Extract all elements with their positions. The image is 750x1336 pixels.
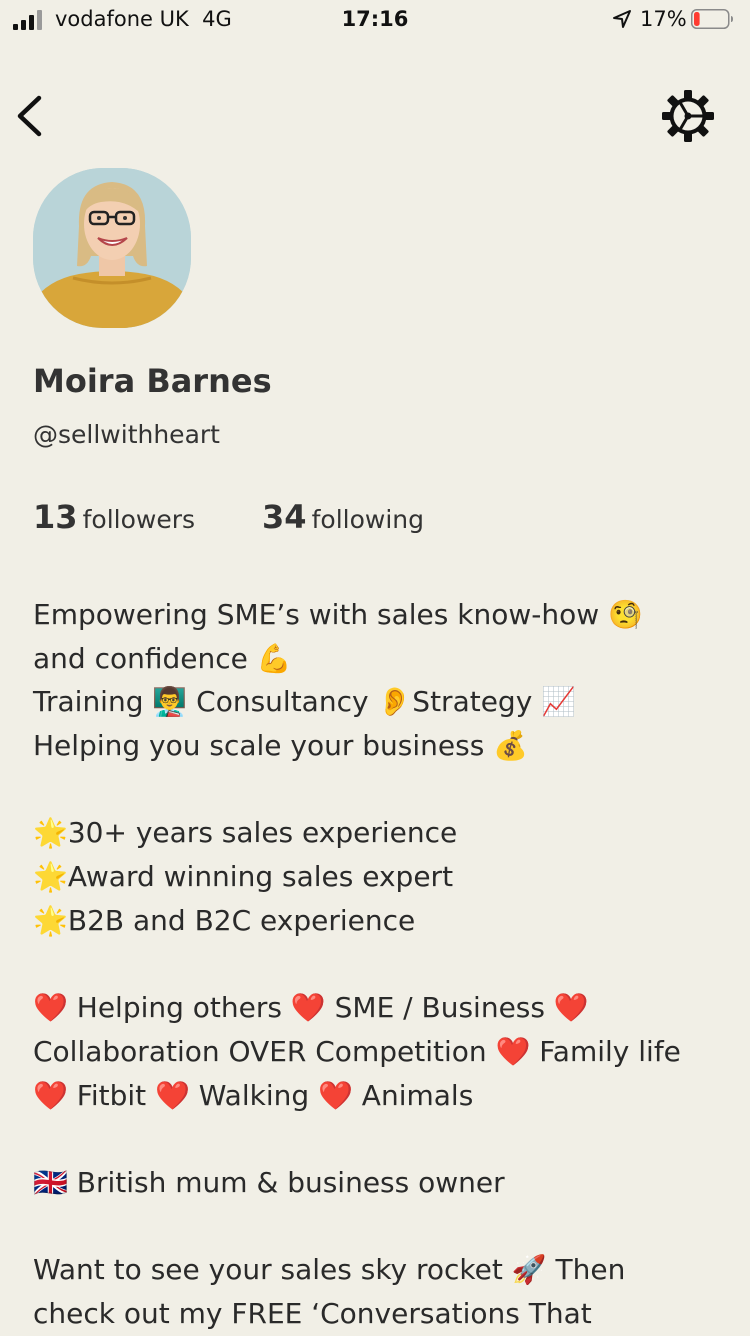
bio-line: and confidence 💪: [33, 641, 292, 675]
bio-blank-line: [33, 768, 733, 812]
bio-blank-line: [33, 1205, 733, 1249]
bio-line: 🌟30+ years sales experience: [33, 816, 458, 850]
bio-blank-line: [33, 1117, 733, 1161]
bio-line: Training 👨‍🏫 Consultancy 👂Strategy 📈: [33, 685, 577, 719]
bio-line: Want to see your sales sky rocket 🚀 Then: [33, 1253, 626, 1287]
followers-label: followers: [82, 505, 196, 534]
bio-blank-line: [33, 943, 733, 987]
chevron-left-icon: [17, 95, 42, 137]
gear-icon: [662, 90, 714, 142]
status-time: 17:16: [341, 7, 409, 31]
avatar[interactable]: [33, 168, 191, 328]
bio-line: Helping you scale your business 💰: [33, 729, 529, 763]
followers-count: 13: [33, 498, 78, 536]
settings-button[interactable]: [660, 88, 716, 144]
bio-line: 🌟B2B and B2C experience: [33, 903, 416, 937]
profile-handle: @sellwithheart: [33, 420, 220, 449]
location-arrow-icon: [613, 10, 631, 28]
bio-line: 🌟Award winning sales expert: [33, 860, 454, 894]
back-button[interactable]: [12, 92, 52, 140]
bio-line: ❤️ Fitbit ❤️ Walking ❤️ Animals: [33, 1078, 474, 1112]
bio-line: Empowering SME’s with sales know-how 🧐: [33, 598, 643, 631]
profile-photo: [33, 168, 191, 328]
bio-line: 🇬🇧 British mum & business owner: [33, 1165, 505, 1199]
status-bar: vodafone UK 4G 17:16 17%: [0, 0, 750, 40]
bio-line: check out my FREE ‘Conversations That: [33, 1297, 592, 1330]
following-count: 34: [262, 498, 307, 536]
bio: Empowering SME’s with sales know-how 🧐 a…: [33, 593, 733, 1336]
profile-name: Moira Barnes: [33, 362, 272, 400]
bio-line: Collaboration OVER Competition ❤️ Family…: [33, 1034, 681, 1068]
bio-line: ❤️ Helping others ❤️ SME / Business ❤️: [33, 991, 589, 1025]
battery-percent: 17%: [640, 7, 687, 31]
following-label: following: [311, 505, 425, 534]
battery-icon: [691, 9, 733, 29]
following-stat[interactable]: 34 following: [262, 498, 424, 536]
followers-stat[interactable]: 13 followers: [33, 498, 195, 536]
